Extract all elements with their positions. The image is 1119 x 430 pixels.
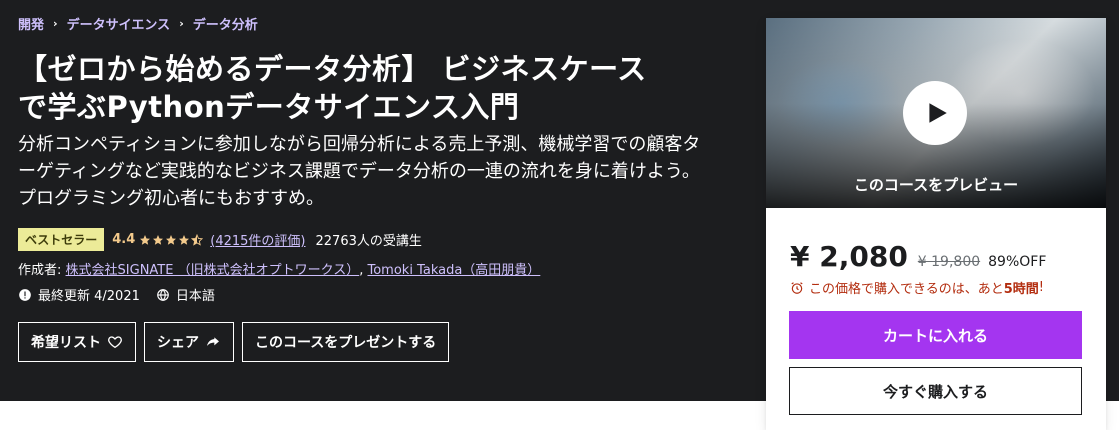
- reviews-link[interactable]: (4215件の評価): [210, 230, 305, 249]
- course-title-line1: 【ゼロから始めるデータ分析】 ビジネスケース: [18, 52, 647, 86]
- heart-icon: [108, 336, 122, 349]
- add-to-cart-button[interactable]: カートに入れる: [789, 311, 1082, 359]
- chevron-right-icon: ›: [179, 17, 184, 30]
- countdown-suffix: !: [1038, 280, 1045, 295]
- last-updated: 最終更新 4/2021: [18, 285, 140, 304]
- course-subtitle: 分析コンペティションに参加しながら回帰分析による売上予測、機械学習での顧客ターゲ…: [18, 134, 701, 209]
- globe-icon: [157, 288, 169, 301]
- rating-row: ベストセラー 4.4 (4215件の評価) 22763人の受講生: [18, 228, 422, 251]
- star-icon: [166, 234, 177, 245]
- countdown-prefix: この価格で購入できるのは、あと: [809, 282, 1004, 297]
- countdown-time: 5時間: [1003, 282, 1039, 297]
- preview-label: このコースをプレビュー: [853, 176, 1019, 194]
- bestseller-badge: ベストセラー: [18, 228, 105, 251]
- authors-label: 作成者:: [18, 263, 62, 278]
- share-label: シェア: [157, 335, 199, 351]
- gift-course-button[interactable]: このコースをプレゼントする: [242, 322, 450, 362]
- course-meta: 最終更新 4/2021 日本語: [18, 285, 231, 304]
- star-icon: [179, 234, 190, 245]
- breadcrumb: 開発 › データサイエンス › データ分析: [18, 14, 258, 33]
- play-icon: [929, 103, 947, 123]
- authors-separator: ,: [359, 263, 364, 278]
- authors-row: 作成者: 株式会社SIGNATE （旧株式会社オプトワークス）, Tomoki …: [18, 259, 540, 278]
- course-title: 【ゼロから始めるデータ分析】 ビジネスケース で学ぶPythonデータサイエンス…: [18, 50, 718, 126]
- course-language: 日本語: [156, 285, 215, 304]
- last-updated-text: 最終更新 4/2021: [38, 289, 140, 304]
- rating-stars: [139, 233, 204, 246]
- share-button[interactable]: シェア: [144, 322, 234, 362]
- price-countdown: この価格で購入できるのは、あと 5時間!: [790, 278, 1044, 297]
- chevron-right-icon: ›: [53, 17, 58, 30]
- course-language-text: 日本語: [175, 289, 215, 304]
- rating-score: 4.4: [112, 232, 136, 247]
- original-price: ¥ 19,800: [917, 254, 981, 270]
- share-arrow-icon: [207, 337, 219, 346]
- breadcrumb-item-data-science[interactable]: データサイエンス: [67, 14, 171, 33]
- star-icon: [153, 234, 164, 245]
- course-preview[interactable]: このコースをプレビュー: [766, 18, 1106, 208]
- wishlist-button[interactable]: 希望リスト: [18, 322, 136, 362]
- gift-course-label: このコースをプレゼントする: [255, 335, 437, 351]
- buy-now-button[interactable]: 今すぐ購入する: [789, 367, 1082, 415]
- alarm-clock-icon: [791, 281, 803, 294]
- breadcrumb-item-data-analysis[interactable]: データ分析: [193, 14, 258, 33]
- purchase-sidebar: このコースをプレビュー ¥ 2,080 ¥ 19,800 89%OFF この価格…: [766, 18, 1106, 430]
- price-row: ¥ 2,080 ¥ 19,800 89%OFF: [790, 240, 1046, 273]
- discount-percent: 89%OFF: [988, 254, 1047, 270]
- current-price: ¥ 2,080: [790, 240, 908, 273]
- author-link-signate[interactable]: 株式会社SIGNATE （旧株式会社オプトワークス）: [66, 263, 360, 278]
- student-count: 22763人の受講生: [315, 234, 422, 249]
- alert-icon: [19, 288, 31, 301]
- course-title-line2: で学ぶPythonデータサイエンス入門: [18, 90, 520, 124]
- author-link-takada[interactable]: Tomoki Takada（高田朋貴）: [367, 263, 540, 278]
- action-buttons: 希望リスト シェア このコースをプレゼントする: [18, 322, 457, 362]
- star-icon: [140, 234, 151, 245]
- wishlist-label: 希望リスト: [31, 335, 101, 351]
- play-button[interactable]: [903, 81, 967, 145]
- breadcrumb-item-development[interactable]: 開発: [18, 14, 44, 33]
- half-star-icon: [191, 233, 204, 246]
